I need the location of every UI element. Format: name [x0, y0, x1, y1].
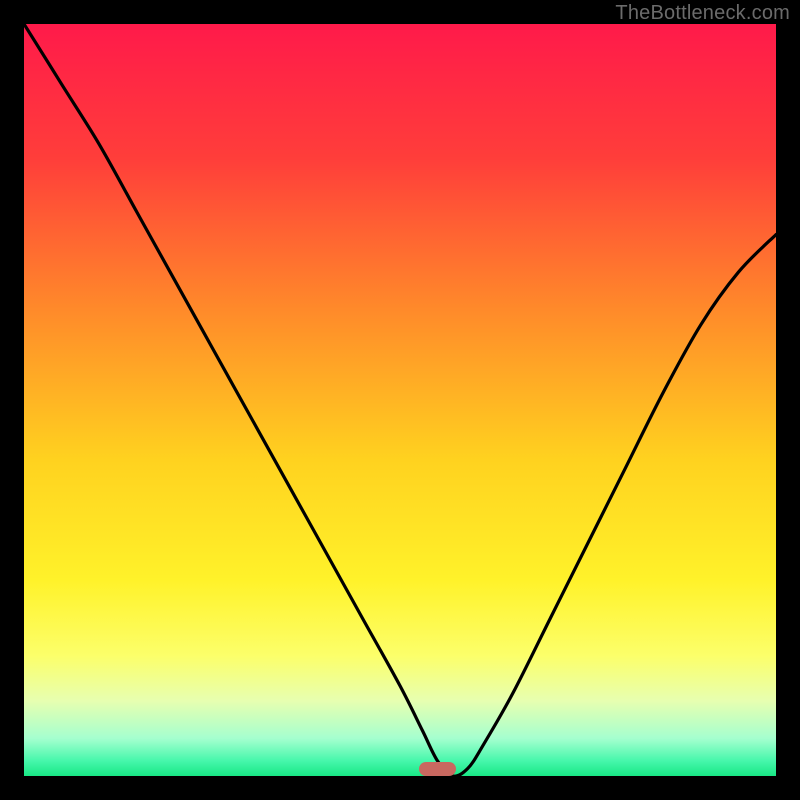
optimum-marker: [419, 762, 457, 776]
bottleneck-curve: [24, 24, 776, 776]
chart-frame: TheBottleneck.com: [0, 0, 800, 800]
plot-area: [24, 24, 776, 776]
watermark-text: TheBottleneck.com: [615, 2, 790, 25]
